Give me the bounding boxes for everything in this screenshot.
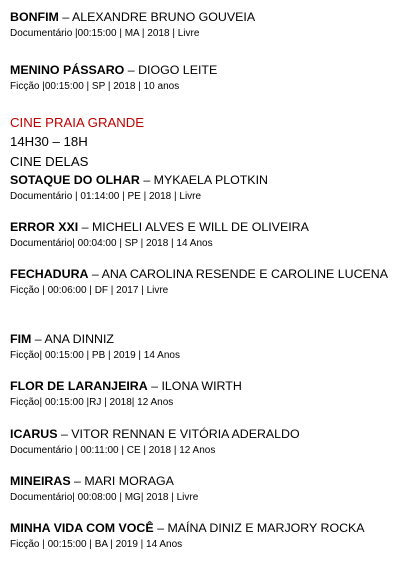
film-entry: BONFIM – ALEXANDRE BRUNO GOUVEIA Documen… <box>10 8 390 41</box>
film-meta: Documentário| 00:04:00 | SP | 2018 | 14 … <box>10 238 213 249</box>
title-separator: – <box>147 379 162 393</box>
film-meta: Ficção | 00:06:00 | DF | 2017 | Livre <box>10 285 169 296</box>
film-director: ALEXANDRE BRUNO GOUVEIA <box>71 10 256 24</box>
title-separator: – <box>31 332 45 346</box>
title-separator: – <box>78 220 92 234</box>
title-separator: – <box>139 173 154 187</box>
title-separator: – <box>58 10 72 24</box>
film-entry: MINHA VIDA COM VOCÊ – MAÍNA DINIZ E MARJ… <box>10 519 390 552</box>
film-meta: Documentário | 01:14:00 | PE | 2018 | Li… <box>10 191 202 202</box>
film-entry: FIM – ANA DINNIZ Ficção| 00:15:00 | PB |… <box>10 330 390 363</box>
film-title: MENINO PÁSSARO <box>10 63 125 77</box>
film-meta: Ficção |00:15:00 | SP | 2018 | 10 anos <box>10 81 180 92</box>
film-title: ERROR XXI <box>10 220 79 234</box>
film-title-line: ICARUS – VITOR RENNAN E VITÓRIA ADERALDO <box>10 425 390 443</box>
film-entry: SOTAQUE DO OLHAR – MYKAELA PLOTKIN Docum… <box>10 171 390 204</box>
film-entry: FLOR DE LARANJEIRA – ILONA WIRTH Ficção|… <box>10 377 390 410</box>
film-meta: Documentário| 00:08:00 | MG| 2018 | Livr… <box>10 492 199 503</box>
film-entry: MENINO PÁSSARO – DIOGO LEITE Ficção |00:… <box>10 61 390 94</box>
film-title-line: BONFIM – ALEXANDRE BRUNO GOUVEIA <box>10 8 390 26</box>
film-meta: Ficção | 00:15:00 | BA | 2019 | 14 Anos <box>10 539 183 550</box>
film-entry: ERROR XXI – MICHELI ALVES E WILL DE OLIV… <box>10 218 390 251</box>
film-title-line: ERROR XXI – MICHELI ALVES E WILL DE OLIV… <box>10 218 390 236</box>
film-title: FIM <box>10 332 32 346</box>
title-separator: – <box>124 63 139 77</box>
film-title-line: FIM – ANA DINNIZ <box>10 330 390 348</box>
film-director: MARI MORAGA <box>84 474 174 488</box>
film-title: BONFIM <box>10 10 59 24</box>
film-meta: Documentário | 00:11:00 | CE | 2018 | 12… <box>10 445 216 456</box>
session-name: CINE DELAS <box>10 154 89 169</box>
venue-time: 14H30 – 18H <box>10 134 88 149</box>
film-director: DIOGO LEITE <box>138 63 218 77</box>
film-title: FECHADURA <box>10 267 89 281</box>
film-title-line: MINEIRAS – MARI MORAGA <box>10 472 390 490</box>
film-director: ANA DINNIZ <box>44 332 114 346</box>
title-separator: – <box>153 521 168 535</box>
film-director: ILONA WIRTH <box>161 379 242 393</box>
title-separator: – <box>88 267 102 281</box>
film-director: MAÍNA DINIZ E MARJORY ROCKA <box>167 521 365 535</box>
film-title-line: MINHA VIDA COM VOCÊ – MAÍNA DINIZ E MARJ… <box>10 519 390 537</box>
film-title-line: FECHADURA – ANA CAROLINA RESENDE E CAROL… <box>10 265 390 283</box>
film-director: MYKAELA PLOTKIN <box>153 173 268 187</box>
venue-name: CINE PRAIA GRANDE <box>10 115 145 130</box>
film-title: MINEIRAS <box>10 474 71 488</box>
film-entry: MINEIRAS – MARI MORAGA Documentário| 00:… <box>10 472 390 505</box>
film-director: ANA CAROLINA RESENDE E CAROLINE LUCENA <box>101 267 389 281</box>
film-entry: FECHADURA – ANA CAROLINA RESENDE E CAROL… <box>10 265 390 298</box>
film-title: SOTAQUE DO OLHAR <box>10 173 140 187</box>
title-separator: – <box>70 474 85 488</box>
film-meta: Ficção| 00:15:00 | PB | 2019 | 14 Anos <box>10 350 180 361</box>
film-title: ICARUS <box>10 427 58 441</box>
film-meta: Documentário |00:15:00 | MA | 2018 | Liv… <box>10 28 200 39</box>
film-title: MINHA VIDA COM VOCÊ <box>10 521 154 535</box>
film-title: FLOR DE LARANJEIRA <box>10 379 148 393</box>
film-title-line: SOTAQUE DO OLHAR – MYKAELA PLOTKIN <box>10 171 390 189</box>
film-director: MICHELI ALVES E WILL DE OLIVEIRA <box>91 220 309 234</box>
film-director: VITOR RENNAN E VITÓRIA ADERALDO <box>71 427 300 441</box>
film-title-line: FLOR DE LARANJEIRA – ILONA WIRTH <box>10 377 390 395</box>
film-entry: ICARUS – VITOR RENNAN E VITÓRIA ADERALDO… <box>10 425 390 458</box>
film-meta: Ficção| 00:15:00 |RJ | 2018| 12 Anos <box>10 397 174 408</box>
film-title-line: MENINO PÁSSARO – DIOGO LEITE <box>10 61 390 79</box>
title-separator: – <box>57 427 72 441</box>
